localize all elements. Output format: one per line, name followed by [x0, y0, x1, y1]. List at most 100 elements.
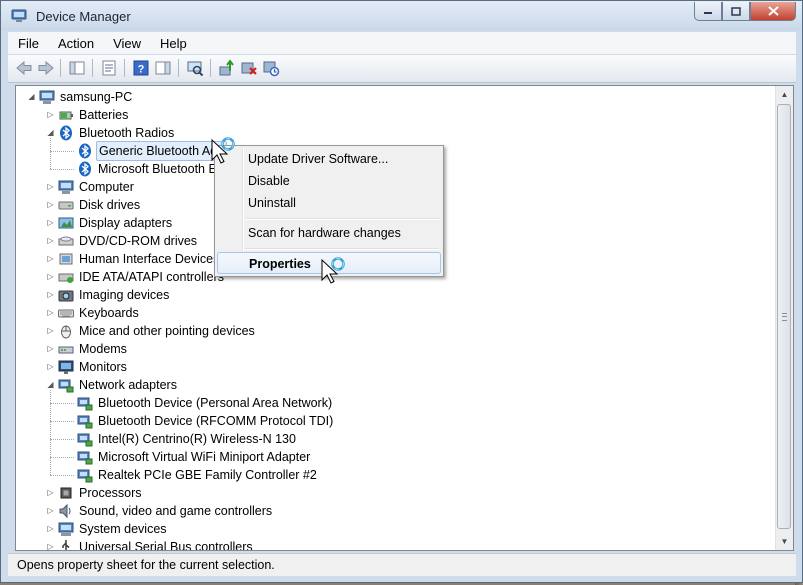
expand-arrow-icon[interactable]: ▷	[46, 538, 55, 550]
menu-item-uninstall[interactable]: Uninstall	[217, 192, 441, 214]
menu-item-scan-hardware[interactable]: Scan for hardware changes	[217, 222, 441, 244]
device-manager-icon	[11, 8, 27, 24]
tree-device[interactable]: Microsoft Virtual WiFi Miniport Adapter	[16, 448, 776, 466]
tree-connector	[50, 169, 74, 170]
scan-hardware-button[interactable]	[186, 59, 204, 77]
network-adapter-icon	[77, 467, 93, 483]
update-driver-button[interactable]	[218, 59, 236, 77]
computer-icon	[58, 179, 74, 195]
processor-icon	[58, 485, 74, 501]
tree-connector	[50, 151, 74, 152]
menu-item-update-driver[interactable]: Update Driver Software...	[217, 148, 441, 170]
tree-item-label: Display adapters	[79, 216, 173, 230]
camera-icon	[58, 287, 74, 303]
tree-category[interactable]: ▷ Sound, video and game controllers	[16, 502, 776, 520]
tree-item-label: Mice and other pointing devices	[79, 324, 255, 338]
back-button[interactable]	[15, 59, 33, 77]
maximize-button[interactable]	[722, 2, 750, 21]
expand-arrow-icon[interactable]: ▷	[46, 484, 55, 502]
tree-item-label: Processors	[79, 486, 142, 500]
expand-arrow-icon[interactable]: ▷	[46, 106, 55, 124]
tree-device[interactable]: Realtek PCIe GBE Family Controller #2	[16, 466, 776, 484]
tree-item-label: Disk drives	[79, 198, 141, 212]
tree-connector	[50, 390, 51, 475]
menu-view[interactable]: View	[103, 36, 150, 51]
tree-category[interactable]: ▷ Monitors	[16, 358, 776, 376]
menu-help[interactable]: Help	[150, 36, 196, 51]
enable-device-button[interactable]	[262, 59, 280, 77]
tree-category[interactable]: ▷ Modems	[16, 340, 776, 358]
cursor-busy-icon	[210, 134, 240, 164]
tree-device[interactable]: Intel(R) Centrino(R) Wireless-N 130	[16, 430, 776, 448]
forward-arrow-icon	[38, 60, 54, 76]
expand-arrow-icon[interactable]: ▷	[46, 250, 55, 268]
tree-category[interactable]: ▷ System devices	[16, 520, 776, 538]
tree-category[interactable]: ▷ Mice and other pointing devices	[16, 322, 776, 340]
close-icon	[767, 6, 779, 16]
tree-item-label: Intel(R) Centrino(R) Wireless-N 130	[98, 432, 296, 446]
menu-file[interactable]: File	[8, 36, 48, 51]
tree-item-label: Network adapters	[79, 378, 177, 392]
tree-device[interactable]: Bluetooth Device (RFCOMM Protocol TDI)	[16, 412, 776, 430]
expand-arrow-icon[interactable]: ▷	[46, 214, 55, 232]
help-button[interactable]: ?	[132, 59, 150, 77]
close-button[interactable]	[750, 2, 796, 21]
ide-controller-icon	[58, 269, 74, 285]
vertical-scrollbar[interactable]: ▲ ▼	[775, 86, 793, 550]
expand-arrow-icon[interactable]: ▷	[46, 232, 55, 250]
tree-item-label: Bluetooth Radios	[79, 126, 175, 140]
device-manager-window: Device Manager File Action View Help ? ◢…	[0, 0, 803, 583]
expand-arrow-icon[interactable]: ▷	[46, 340, 55, 358]
scroll-down-arrow-icon[interactable]: ▼	[776, 533, 793, 550]
tree-category[interactable]: ◢ Bluetooth Radios	[16, 124, 776, 142]
hid-icon	[58, 251, 74, 267]
scrollbar-thumb[interactable]	[777, 104, 791, 529]
menu-separator	[245, 248, 439, 250]
expand-arrow-icon[interactable]: ▷	[46, 304, 55, 322]
tree-category[interactable]: ▷ Universal Serial Bus controllers	[16, 538, 776, 550]
show-hide-tree-button[interactable]	[68, 59, 86, 77]
tree-device[interactable]: Bluetooth Device (Personal Area Network)	[16, 394, 776, 412]
bluetooth-icon	[77, 143, 93, 159]
network-adapter-icon	[77, 449, 93, 465]
expand-arrow-icon[interactable]: ▷	[46, 358, 55, 376]
tree-item-label: Monitors	[79, 360, 127, 374]
tree-category[interactable]: ▷ Keyboards	[16, 304, 776, 322]
expand-arrow-icon[interactable]: ▷	[46, 322, 55, 340]
properties-button[interactable]	[100, 59, 118, 77]
expand-arrow-icon[interactable]: ▷	[46, 196, 55, 214]
tree-item-label: Realtek PCIe GBE Family Controller #2	[98, 468, 317, 482]
tree-item-label: Keyboards	[79, 306, 139, 320]
action-pane-icon	[155, 61, 171, 75]
battery-icon	[58, 107, 74, 123]
expand-arrow-icon[interactable]: ▷	[46, 502, 55, 520]
tree-category[interactable]: ◢ Network adapters	[16, 376, 776, 394]
tree-category[interactable]: ▷ Processors	[16, 484, 776, 502]
scroll-up-arrow-icon[interactable]: ▲	[776, 86, 793, 103]
window-title: Device Manager	[36, 9, 131, 24]
uninstall-icon	[241, 62, 257, 75]
tree-connector	[50, 475, 74, 476]
action-pane-button[interactable]	[154, 59, 172, 77]
system-device-icon	[58, 521, 74, 537]
bluetooth-icon	[77, 161, 93, 177]
menu-action[interactable]: Action	[48, 36, 103, 51]
expand-arrow-icon[interactable]: ▷	[46, 520, 55, 538]
tree-category[interactable]: ▷ Batteries	[16, 106, 776, 124]
menu-item-disable[interactable]: Disable	[217, 170, 441, 192]
uninstall-button[interactable]	[240, 59, 258, 77]
title-bar[interactable]: Device Manager	[1, 1, 802, 31]
usb-icon	[58, 539, 74, 550]
expand-arrow-icon[interactable]: ▷	[46, 286, 55, 304]
tree-item-label: Batteries	[79, 108, 129, 122]
tree-category[interactable]: ▷ Imaging devices	[16, 286, 776, 304]
tree-root[interactable]: ◢ samsung-PC	[16, 88, 776, 106]
display-adapter-icon	[58, 215, 74, 231]
tree-item-label: Modems	[79, 342, 127, 356]
expand-arrow-icon[interactable]: ▷	[46, 178, 55, 196]
forward-button[interactable]	[37, 59, 55, 77]
collapse-arrow-icon[interactable]: ◢	[27, 88, 36, 106]
expand-arrow-icon[interactable]: ▷	[46, 268, 55, 286]
dvd-drive-icon	[58, 233, 74, 249]
minimize-button[interactable]	[694, 2, 722, 21]
